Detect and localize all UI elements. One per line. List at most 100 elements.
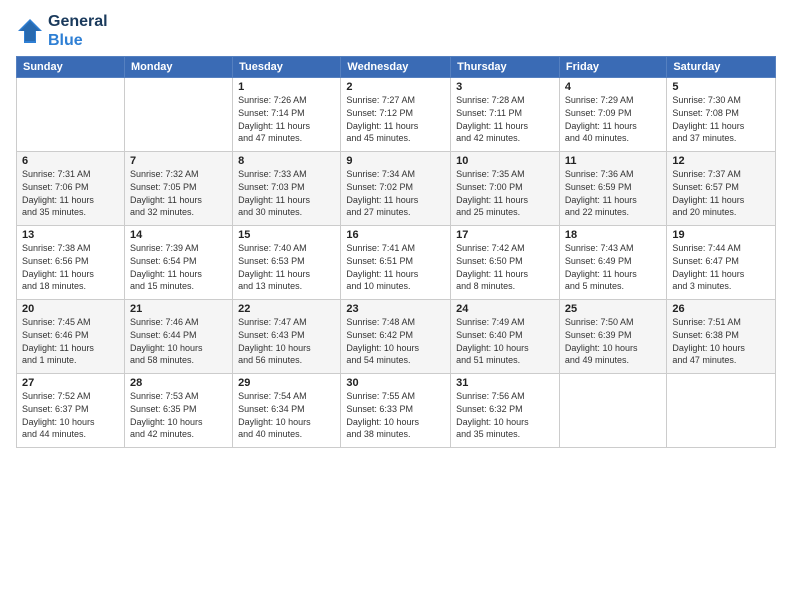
day-number: 16: [346, 229, 445, 241]
day-info: Sunrise: 7:47 AM Sunset: 6:43 PM Dayligh…: [238, 316, 335, 366]
week-row-2: 6Sunrise: 7:31 AM Sunset: 7:06 PM Daylig…: [17, 152, 776, 226]
calendar-cell: 10Sunrise: 7:35 AM Sunset: 7:00 PM Dayli…: [451, 152, 560, 226]
day-info: Sunrise: 7:32 AM Sunset: 7:05 PM Dayligh…: [130, 168, 227, 218]
day-number: 12: [672, 155, 770, 167]
day-info: Sunrise: 7:33 AM Sunset: 7:03 PM Dayligh…: [238, 168, 335, 218]
weekday-monday: Monday: [124, 57, 232, 78]
calendar-cell: 20Sunrise: 7:45 AM Sunset: 6:46 PM Dayli…: [17, 300, 125, 374]
week-row-1: 1Sunrise: 7:26 AM Sunset: 7:14 PM Daylig…: [17, 78, 776, 152]
day-number: 22: [238, 303, 335, 315]
calendar-cell: 29Sunrise: 7:54 AM Sunset: 6:34 PM Dayli…: [233, 374, 341, 448]
day-info: Sunrise: 7:27 AM Sunset: 7:12 PM Dayligh…: [346, 94, 445, 144]
day-number: 28: [130, 377, 227, 389]
calendar-cell: 22Sunrise: 7:47 AM Sunset: 6:43 PM Dayli…: [233, 300, 341, 374]
day-number: 9: [346, 155, 445, 167]
day-info: Sunrise: 7:50 AM Sunset: 6:39 PM Dayligh…: [565, 316, 661, 366]
calendar-cell: 3Sunrise: 7:28 AM Sunset: 7:11 PM Daylig…: [451, 78, 560, 152]
day-info: Sunrise: 7:52 AM Sunset: 6:37 PM Dayligh…: [22, 390, 119, 440]
calendar-cell: 16Sunrise: 7:41 AM Sunset: 6:51 PM Dayli…: [341, 226, 451, 300]
calendar-cell: 23Sunrise: 7:48 AM Sunset: 6:42 PM Dayli…: [341, 300, 451, 374]
day-info: Sunrise: 7:53 AM Sunset: 6:35 PM Dayligh…: [130, 390, 227, 440]
calendar-cell: 28Sunrise: 7:53 AM Sunset: 6:35 PM Dayli…: [124, 374, 232, 448]
weekday-friday: Friday: [559, 57, 666, 78]
calendar-cell: 26Sunrise: 7:51 AM Sunset: 6:38 PM Dayli…: [667, 300, 776, 374]
day-info: Sunrise: 7:48 AM Sunset: 6:42 PM Dayligh…: [346, 316, 445, 366]
calendar-cell: 31Sunrise: 7:56 AM Sunset: 6:32 PM Dayli…: [451, 374, 560, 448]
calendar-cell: [559, 374, 666, 448]
day-info: Sunrise: 7:35 AM Sunset: 7:00 PM Dayligh…: [456, 168, 554, 218]
day-number: 7: [130, 155, 227, 167]
calendar-cell: 6Sunrise: 7:31 AM Sunset: 7:06 PM Daylig…: [17, 152, 125, 226]
calendar-cell: 7Sunrise: 7:32 AM Sunset: 7:05 PM Daylig…: [124, 152, 232, 226]
weekday-sunday: Sunday: [17, 57, 125, 78]
day-number: 23: [346, 303, 445, 315]
logo: General Blue: [16, 12, 108, 50]
day-info: Sunrise: 7:29 AM Sunset: 7:09 PM Dayligh…: [565, 94, 661, 144]
day-number: 10: [456, 155, 554, 167]
day-number: 24: [456, 303, 554, 315]
day-info: Sunrise: 7:49 AM Sunset: 6:40 PM Dayligh…: [456, 316, 554, 366]
day-number: 29: [238, 377, 335, 389]
week-row-4: 20Sunrise: 7:45 AM Sunset: 6:46 PM Dayli…: [17, 300, 776, 374]
day-info: Sunrise: 7:41 AM Sunset: 6:51 PM Dayligh…: [346, 242, 445, 292]
day-number: 30: [346, 377, 445, 389]
calendar-cell: 2Sunrise: 7:27 AM Sunset: 7:12 PM Daylig…: [341, 78, 451, 152]
header: General Blue: [16, 12, 776, 50]
page: General Blue SundayMondayTuesdayWednesda…: [0, 0, 792, 456]
calendar-cell: [667, 374, 776, 448]
calendar-cell: 14Sunrise: 7:39 AM Sunset: 6:54 PM Dayli…: [124, 226, 232, 300]
logo-icon: [16, 17, 44, 45]
day-info: Sunrise: 7:30 AM Sunset: 7:08 PM Dayligh…: [672, 94, 770, 144]
day-info: Sunrise: 7:26 AM Sunset: 7:14 PM Dayligh…: [238, 94, 335, 144]
day-info: Sunrise: 7:34 AM Sunset: 7:02 PM Dayligh…: [346, 168, 445, 218]
calendar-cell: 30Sunrise: 7:55 AM Sunset: 6:33 PM Dayli…: [341, 374, 451, 448]
calendar-cell: 15Sunrise: 7:40 AM Sunset: 6:53 PM Dayli…: [233, 226, 341, 300]
day-info: Sunrise: 7:40 AM Sunset: 6:53 PM Dayligh…: [238, 242, 335, 292]
day-info: Sunrise: 7:43 AM Sunset: 6:49 PM Dayligh…: [565, 242, 661, 292]
calendar-cell: 25Sunrise: 7:50 AM Sunset: 6:39 PM Dayli…: [559, 300, 666, 374]
day-number: 20: [22, 303, 119, 315]
day-number: 1: [238, 81, 335, 93]
week-row-5: 27Sunrise: 7:52 AM Sunset: 6:37 PM Dayli…: [17, 374, 776, 448]
day-number: 5: [672, 81, 770, 93]
day-info: Sunrise: 7:44 AM Sunset: 6:47 PM Dayligh…: [672, 242, 770, 292]
day-info: Sunrise: 7:39 AM Sunset: 6:54 PM Dayligh…: [130, 242, 227, 292]
day-info: Sunrise: 7:54 AM Sunset: 6:34 PM Dayligh…: [238, 390, 335, 440]
day-info: Sunrise: 7:42 AM Sunset: 6:50 PM Dayligh…: [456, 242, 554, 292]
day-info: Sunrise: 7:51 AM Sunset: 6:38 PM Dayligh…: [672, 316, 770, 366]
calendar-cell: 27Sunrise: 7:52 AM Sunset: 6:37 PM Dayli…: [17, 374, 125, 448]
day-number: 11: [565, 155, 661, 167]
day-number: 27: [22, 377, 119, 389]
weekday-header-row: SundayMondayTuesdayWednesdayThursdayFrid…: [17, 57, 776, 78]
calendar-cell: 8Sunrise: 7:33 AM Sunset: 7:03 PM Daylig…: [233, 152, 341, 226]
day-number: 17: [456, 229, 554, 241]
day-number: 8: [238, 155, 335, 167]
weekday-tuesday: Tuesday: [233, 57, 341, 78]
calendar-cell: 11Sunrise: 7:36 AM Sunset: 6:59 PM Dayli…: [559, 152, 666, 226]
day-info: Sunrise: 7:31 AM Sunset: 7:06 PM Dayligh…: [22, 168, 119, 218]
day-number: 15: [238, 229, 335, 241]
day-number: 19: [672, 229, 770, 241]
calendar-cell: 5Sunrise: 7:30 AM Sunset: 7:08 PM Daylig…: [667, 78, 776, 152]
day-number: 6: [22, 155, 119, 167]
day-info: Sunrise: 7:36 AM Sunset: 6:59 PM Dayligh…: [565, 168, 661, 218]
day-number: 2: [346, 81, 445, 93]
weekday-wednesday: Wednesday: [341, 57, 451, 78]
day-info: Sunrise: 7:55 AM Sunset: 6:33 PM Dayligh…: [346, 390, 445, 440]
day-info: Sunrise: 7:46 AM Sunset: 6:44 PM Dayligh…: [130, 316, 227, 366]
weekday-thursday: Thursday: [451, 57, 560, 78]
day-number: 21: [130, 303, 227, 315]
day-number: 3: [456, 81, 554, 93]
day-number: 13: [22, 229, 119, 241]
day-info: Sunrise: 7:56 AM Sunset: 6:32 PM Dayligh…: [456, 390, 554, 440]
calendar-cell: 12Sunrise: 7:37 AM Sunset: 6:57 PM Dayli…: [667, 152, 776, 226]
calendar-cell: 21Sunrise: 7:46 AM Sunset: 6:44 PM Dayli…: [124, 300, 232, 374]
weekday-saturday: Saturday: [667, 57, 776, 78]
calendar-cell: 9Sunrise: 7:34 AM Sunset: 7:02 PM Daylig…: [341, 152, 451, 226]
calendar-table: SundayMondayTuesdayWednesdayThursdayFrid…: [16, 56, 776, 448]
week-row-3: 13Sunrise: 7:38 AM Sunset: 6:56 PM Dayli…: [17, 226, 776, 300]
day-number: 31: [456, 377, 554, 389]
day-info: Sunrise: 7:38 AM Sunset: 6:56 PM Dayligh…: [22, 242, 119, 292]
day-number: 4: [565, 81, 661, 93]
calendar-cell: 1Sunrise: 7:26 AM Sunset: 7:14 PM Daylig…: [233, 78, 341, 152]
